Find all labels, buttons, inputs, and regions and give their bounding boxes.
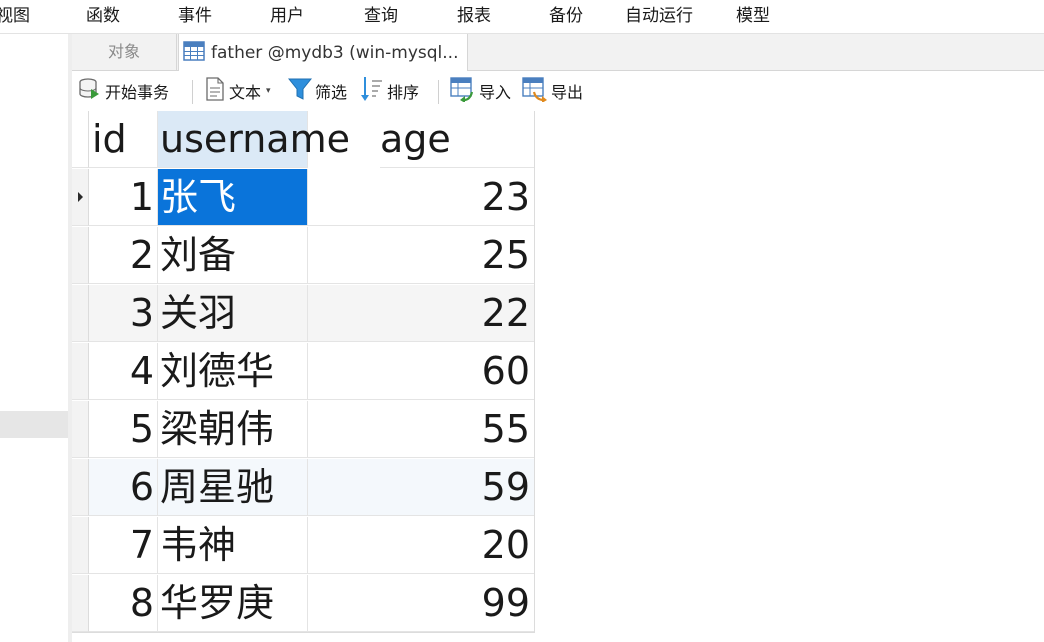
menu-bar: 视图 函数 事件 用户 查询 报表 备份 自动运行 模型 [0,0,1044,34]
cell-age[interactable]: 22 [308,285,534,342]
cell-username[interactable]: 周星驰 [158,459,308,516]
row-indicator[interactable] [72,575,89,632]
row-indicator[interactable] [72,169,89,226]
cell-id[interactable]: 4 [89,343,158,400]
row-indicator[interactable] [72,517,89,574]
tab-bar: 对象 father @mydb3 (win-mysql... [72,34,1044,71]
menu-events[interactable]: 事件 [178,0,212,33]
sidebar-selected-item[interactable] [0,411,68,438]
menu-model[interactable]: 模型 [736,0,770,33]
column-header-username[interactable]: username [158,111,350,168]
menu-functions[interactable]: 函数 [86,0,120,33]
menu-reports[interactable]: 报表 [457,0,491,33]
table-grid-icon [183,40,205,65]
sort-button[interactable]: 排序 [360,77,419,105]
grid-header-row: id username age [72,111,534,169]
cell-username[interactable]: 华罗庚 [158,575,308,632]
cell-id[interactable]: 8 [89,575,158,632]
tab-father-table[interactable]: father @mydb3 (win-mysql... [178,34,468,71]
object-tree-sidebar[interactable] [0,34,68,642]
cell-id[interactable]: 7 [89,517,158,574]
table-row[interactable]: 4 刘德华 60 [72,343,534,401]
cell-age[interactable]: 55 [308,401,534,458]
import-button[interactable]: 导入 [450,77,511,105]
menu-backup[interactable]: 备份 [549,0,583,33]
import-label: 导入 [479,83,512,102]
tab-label: father @mydb3 (win-mysql... [211,42,459,63]
cell-username[interactable]: 韦神 [158,517,308,574]
text-view-button[interactable]: 文本 ▾ [204,77,271,105]
cell-age[interactable]: 25 [308,227,534,284]
cell-username[interactable]: 关羽 [158,285,308,342]
toolbar-divider [192,80,193,104]
table-row[interactable]: 7 韦神 20 [72,517,534,575]
column-header-age[interactable]: age [380,111,534,168]
cell-id[interactable]: 3 [89,285,158,342]
data-grid[interactable]: id username age 1 张飞 23 2 刘备 25 3 关羽 22 … [72,111,535,633]
row-indicator[interactable] [72,401,89,458]
cell-username[interactable]: 张飞 [158,169,308,226]
cell-username[interactable]: 刘德华 [158,343,308,400]
cell-age[interactable]: 60 [308,343,534,400]
cell-age[interactable]: 20 [308,517,534,574]
tab-objects[interactable]: 对象 [72,34,177,70]
header-row-indicator [72,111,89,168]
cell-age[interactable]: 59 [308,459,534,516]
table-row[interactable]: 5 梁朝伟 55 [72,401,534,459]
sort-label: 排序 [387,83,420,102]
cell-username[interactable]: 刘备 [158,227,308,284]
filter-button[interactable]: 筛选 [287,77,348,105]
text-view-label: 文本 [229,83,262,102]
chevron-down-icon[interactable]: ▾ [266,86,271,96]
table-row[interactable]: 2 刘备 25 [72,227,534,285]
begin-transaction-button[interactable]: 开始事务 [78,77,169,105]
cell-id[interactable]: 1 [89,169,158,226]
table-row[interactable]: 1 张飞 23 [72,169,534,227]
table-row[interactable]: 8 华罗庚 99 [72,575,534,633]
cell-id[interactable]: 5 [89,401,158,458]
cell-id[interactable]: 2 [89,227,158,284]
menu-users[interactable]: 用户 [270,0,304,33]
toolbar-divider [438,80,439,104]
row-indicator[interactable] [72,227,89,284]
table-export-icon [522,76,548,106]
cell-age[interactable]: 23 [308,169,534,226]
database-transaction-icon [78,77,102,105]
sort-list-icon [360,76,384,106]
table-toolbar: 开始事务 文本 ▾ 筛选 排序 导入 导出 [72,71,1044,111]
menu-query[interactable]: 查询 [364,0,398,33]
export-label: 导出 [551,83,584,102]
table-import-icon [450,76,476,106]
document-text-icon [204,77,226,105]
funnel-filter-icon [287,77,313,105]
cell-username[interactable]: 梁朝伟 [158,401,308,458]
export-button[interactable]: 导出 [522,77,583,105]
menu-automation[interactable]: 自动运行 [625,0,693,33]
table-row[interactable]: 6 周星驰 59 [72,459,534,517]
current-row-pointer-icon [78,192,83,202]
column-header-id[interactable]: id [89,111,158,168]
filter-label: 筛选 [315,83,348,102]
begin-transaction-label: 开始事务 [105,83,170,102]
cell-id[interactable]: 6 [89,459,158,516]
table-row[interactable]: 3 关羽 22 [72,285,534,343]
menu-view[interactable]: 视图 [0,0,30,33]
row-indicator[interactable] [72,285,89,342]
row-indicator[interactable] [72,343,89,400]
row-indicator[interactable] [72,459,89,516]
cell-age[interactable]: 99 [308,575,534,632]
